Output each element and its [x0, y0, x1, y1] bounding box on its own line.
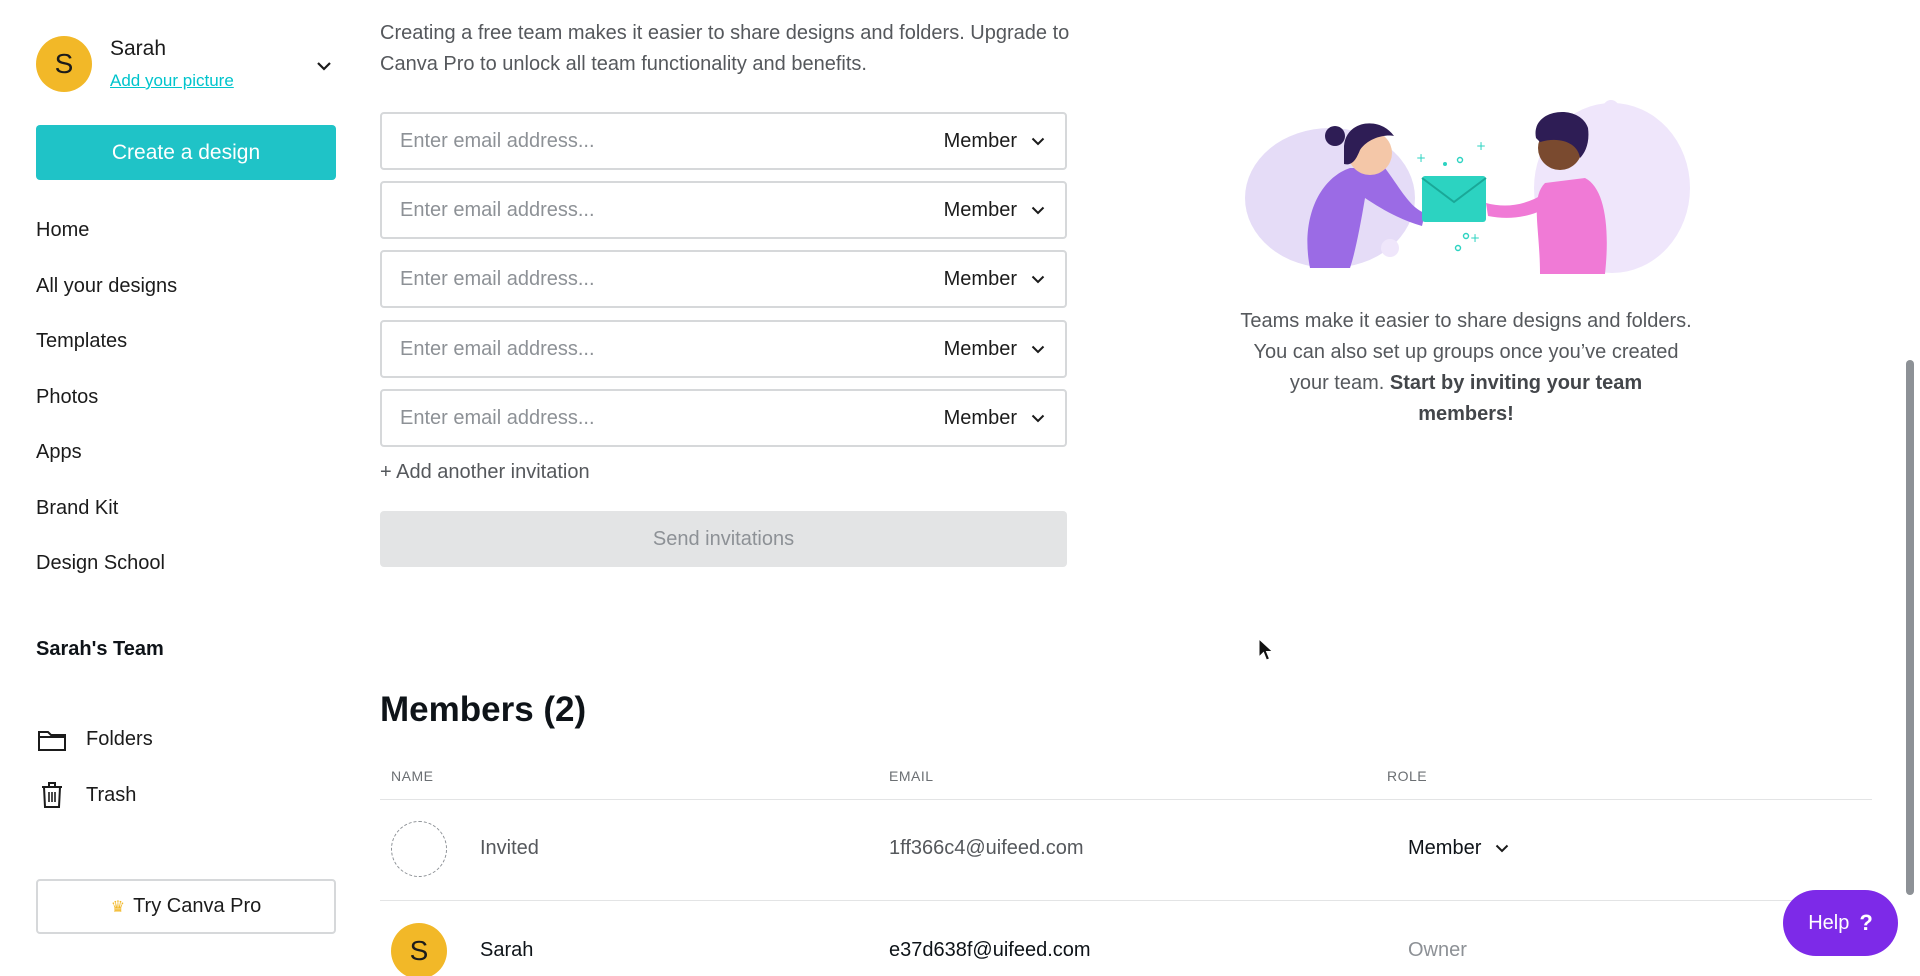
- nav-item-brand-kit[interactable]: Brand Kit: [36, 481, 336, 537]
- email-input[interactable]: [382, 114, 944, 168]
- role-dropdown[interactable]: Member: [1408, 837, 1509, 860]
- try-canva-pro-button[interactable]: ♛ Try Canva Pro: [36, 879, 336, 934]
- add-picture-link[interactable]: Add your picture: [110, 71, 234, 91]
- teams-description: Teams make it easier to share designs an…: [1240, 306, 1692, 430]
- nav-item-trash[interactable]: Trash: [36, 768, 336, 824]
- member-role: Owner: [1408, 939, 1467, 961]
- email-input[interactable]: [382, 391, 944, 445]
- chevron-down-icon: [1031, 271, 1047, 287]
- role-dropdown[interactable]: Member: [944, 252, 1065, 306]
- role-label: Member: [943, 406, 1017, 429]
- invite-row: Member: [380, 389, 1067, 447]
- teams-description-cta: Start by inviting your team members!: [1389, 372, 1643, 425]
- role-label: Member: [943, 198, 1017, 221]
- nav-item-folders[interactable]: Folders: [36, 712, 336, 768]
- member-email: 1ff366c4@uifeed.com: [889, 837, 1084, 859]
- column-header-name: NAME: [391, 768, 434, 784]
- chevron-down-icon: [1031, 133, 1047, 149]
- chevron-down-icon: [1031, 202, 1047, 218]
- members-title: Members (2): [380, 690, 587, 729]
- avatar[interactable]: S: [36, 36, 92, 92]
- folder-icon: [36, 724, 68, 756]
- member-name: Sarah: [480, 939, 534, 961]
- svg-text:+: +: [1476, 139, 1486, 153]
- nav-item-templates[interactable]: Templates: [36, 314, 336, 370]
- nav-item-home[interactable]: Home: [36, 203, 336, 259]
- invite-row: Member: [380, 320, 1067, 378]
- create-design-button[interactable]: Create a design: [36, 125, 336, 180]
- chevron-down-icon[interactable]: [312, 54, 336, 78]
- trash-label: Trash: [86, 783, 137, 806]
- nav-item-design-school[interactable]: Design School: [36, 536, 336, 592]
- role-label: Member: [943, 267, 1017, 290]
- nav-item-photos[interactable]: Photos: [36, 370, 336, 426]
- invite-row: Member: [380, 181, 1067, 239]
- table-row: S Sarah e37d638f@uifeed.com Owner: [380, 901, 1872, 976]
- send-invitations-button[interactable]: Send invitations: [380, 511, 1067, 567]
- chevron-down-icon: [1031, 410, 1047, 426]
- add-invitation-link[interactable]: + Add another invitation: [380, 461, 590, 484]
- role-dropdown[interactable]: Member: [944, 391, 1065, 445]
- role-label: Member: [943, 129, 1017, 152]
- question-icon: ?: [1859, 910, 1873, 935]
- scrollbar[interactable]: [1906, 360, 1914, 895]
- main-nav: Home All your designs Templates Photos A…: [36, 203, 336, 592]
- email-input[interactable]: [382, 252, 944, 306]
- avatar: [391, 821, 447, 877]
- column-header-role: ROLE: [1387, 768, 1428, 784]
- nav-item-apps[interactable]: Apps: [36, 425, 336, 481]
- invite-row: Member: [380, 112, 1067, 170]
- profile[interactable]: S Sarah Add your picture: [36, 36, 336, 92]
- crown-icon: ♛: [110, 898, 126, 916]
- role-label: Member: [1408, 837, 1482, 859]
- team-nav: Folders Trash: [36, 712, 336, 823]
- role-dropdown[interactable]: Member: [944, 183, 1065, 237]
- svg-text:+: +: [1470, 231, 1480, 245]
- intro-text: Creating a free team makes it easier to …: [380, 22, 1070, 75]
- column-header-email: EMAIL: [889, 768, 934, 784]
- help-label: Help: [1808, 911, 1850, 934]
- invite-row: Member: [380, 250, 1067, 308]
- try-pro-label: Try Canva Pro: [133, 895, 262, 917]
- chevron-down-icon: [1031, 341, 1047, 357]
- folders-label: Folders: [86, 728, 153, 751]
- avatar: S: [391, 923, 447, 976]
- role-label: Member: [943, 337, 1017, 360]
- table-row: Invited 1ff366c4@uifeed.com Member: [380, 799, 1872, 899]
- sidebar: S Sarah Add your picture Create a design…: [0, 0, 360, 976]
- role-dropdown[interactable]: Member: [944, 322, 1065, 376]
- trash-icon: [36, 779, 68, 811]
- member-name: Invited: [480, 837, 539, 859]
- email-input[interactable]: [382, 183, 944, 237]
- profile-name: Sarah: [110, 37, 167, 60]
- help-button[interactable]: Help ?: [1783, 890, 1898, 956]
- svg-text:+: +: [1416, 151, 1426, 165]
- member-email: e37d638f@uifeed.com: [889, 939, 1091, 961]
- nav-item-all-designs[interactable]: All your designs: [36, 259, 336, 315]
- email-input[interactable]: [382, 322, 944, 376]
- team-title[interactable]: Sarah's Team: [36, 638, 164, 661]
- chevron-down-icon: [1495, 844, 1509, 853]
- team-illustration: + + +: [1245, 100, 1690, 274]
- role-dropdown[interactable]: Member: [944, 114, 1065, 168]
- cursor-icon: [1258, 638, 1274, 661]
